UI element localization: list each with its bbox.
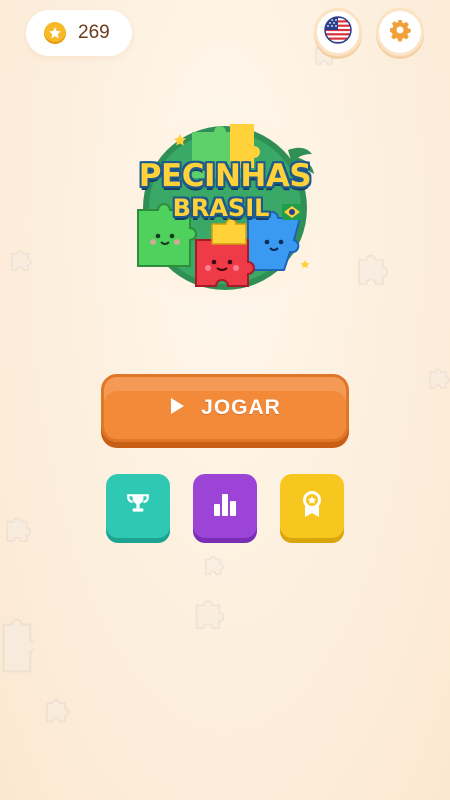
trophy-icon xyxy=(125,491,151,522)
play-button-label: JOGAR xyxy=(201,396,281,419)
background-puzzle-piece xyxy=(0,618,34,678)
background-puzzle-piece xyxy=(424,364,450,392)
coin-count: 269 xyxy=(78,22,110,43)
play-button[interactable]: JOGAR xyxy=(101,374,349,442)
coin-counter: 269 xyxy=(26,10,132,56)
background-puzzle-piece xyxy=(350,248,392,290)
settings-button[interactable] xyxy=(376,8,424,56)
background-puzzle-piece xyxy=(0,512,34,546)
brazil-flag-icon xyxy=(282,204,302,225)
ranking-button[interactable] xyxy=(193,474,257,538)
language-button[interactable] xyxy=(314,8,362,56)
game-logo: PECINHAS BRASIL xyxy=(120,110,330,310)
background-puzzle-piece xyxy=(40,694,72,726)
background-puzzle-piece xyxy=(200,552,226,578)
awards-button[interactable] xyxy=(280,474,344,538)
bar-chart-icon xyxy=(212,492,238,521)
background-puzzle-piece xyxy=(6,246,34,274)
us-flag-icon xyxy=(324,15,352,49)
achievements-button[interactable] xyxy=(106,474,170,538)
award-badge-icon xyxy=(299,490,325,523)
star-coin-icon xyxy=(44,22,66,44)
logo-title-line1: PECINHAS xyxy=(138,158,312,194)
background-puzzle-piece xyxy=(188,594,228,634)
play-icon xyxy=(169,397,185,420)
gear-icon xyxy=(388,18,412,47)
